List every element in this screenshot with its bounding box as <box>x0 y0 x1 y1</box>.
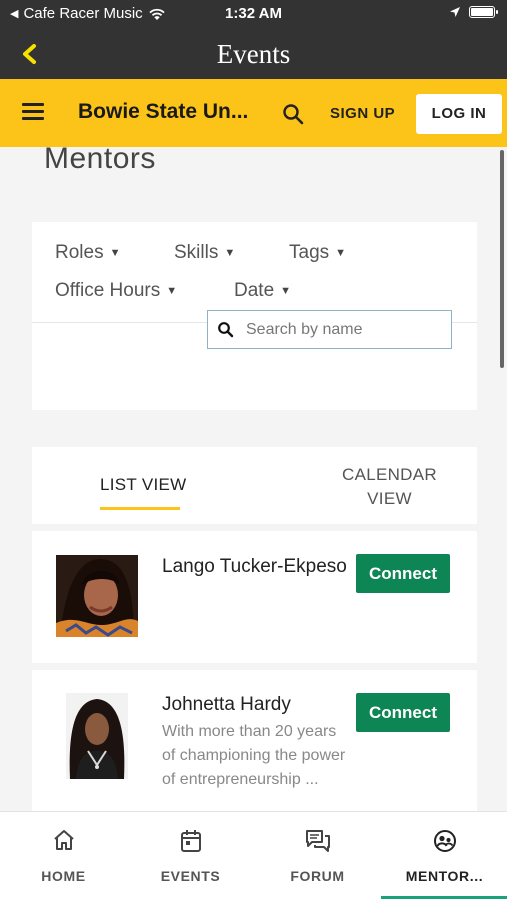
view-toggle-card: LIST VIEW CALENDAR VIEW <box>32 447 477 524</box>
status-right <box>449 6 498 18</box>
tab-mentors-label: MENTOR... <box>405 868 484 884</box>
caret-down-icon: ▼ <box>109 247 121 259</box>
caret-down-icon: ▼ <box>166 285 178 297</box>
mentor-icon <box>433 830 456 852</box>
connect-button[interactable]: Connect <box>356 554 450 593</box>
tags-filter-label: Tags <box>289 242 330 263</box>
caret-down-icon: ▼ <box>224 247 236 259</box>
mentor-photo <box>66 693 128 779</box>
forum-icon <box>305 830 330 852</box>
tab-forum[interactable]: FORUM <box>254 812 381 900</box>
office-hours-filter[interactable]: Office Hours ▼ <box>55 280 177 302</box>
calendar-icon <box>180 830 201 852</box>
date-filter-label: Date <box>234 280 275 301</box>
tab-home[interactable]: HOME <box>0 812 127 900</box>
tab-calendar-view[interactable]: CALENDAR VIEW <box>332 463 447 511</box>
nav-bar: Events <box>0 28 507 79</box>
connect-button[interactable]: Connect <box>356 693 450 732</box>
mentor-name[interactable]: Lango Tucker-Ekpeso <box>162 556 347 578</box>
skills-filter-label: Skills <box>174 242 219 263</box>
search-by-name-input[interactable]: Search by name <box>207 310 452 349</box>
tab-events-label: EVENTS <box>160 868 221 884</box>
caret-down-icon: ▼ <box>335 247 347 259</box>
home-icon <box>53 830 74 850</box>
mentor-name[interactable]: Johnetta Hardy <box>162 694 291 716</box>
filter-card: Roles ▼ Skills ▼ Tags ▼ Office Hours ▼ Date ▼… <box>32 222 477 410</box>
status-time: 1:32 AM <box>225 5 282 22</box>
search-placeholder: Search by name <box>246 321 363 338</box>
roles-filter-label: Roles <box>55 242 104 263</box>
mentor-card[interactable]: Johnetta Hardy With more than 20 years o… <box>32 670 477 811</box>
search-icon[interactable] <box>281 102 305 126</box>
page-title: Mentors <box>44 142 156 175</box>
mentor-description-line: of entrepreneurship ... <box>162 771 319 788</box>
tab-events[interactable]: EVENTS <box>127 812 254 900</box>
mentor-description: With more than 20 years of championing t… <box>162 720 362 792</box>
active-tab-indicator <box>100 507 180 510</box>
roles-filter[interactable]: Roles ▼ <box>55 242 120 264</box>
office-hours-filter-label: Office Hours <box>55 280 161 301</box>
mentor-card[interactable]: Lango Tucker-Ekpeso Connect <box>32 531 477 663</box>
site-header: Bowie State Un... SIGN UP LOG IN <box>0 79 507 147</box>
log-in-button[interactable]: LOG IN <box>416 94 502 134</box>
active-tab-indicator <box>381 896 507 899</box>
tab-calendar-label-line1: CALENDAR <box>342 465 437 484</box>
tab-home-label: HOME <box>41 868 86 884</box>
date-filter[interactable]: Date ▼ <box>234 280 291 302</box>
scrollbar[interactable] <box>500 150 504 368</box>
location-arrow-icon <box>450 7 460 17</box>
status-bar: ◀ Cafe Racer Music 1:32 AM <box>0 0 507 28</box>
nav-title: Events <box>216 39 291 69</box>
site-title[interactable]: Bowie State Un... <box>78 100 248 124</box>
mentor-description-line: of championing the power <box>162 747 346 764</box>
hamburger-menu-icon[interactable] <box>22 103 44 121</box>
tab-mentors[interactable]: MENTOR... <box>381 812 507 900</box>
tab-list-view[interactable]: LIST VIEW <box>100 475 186 495</box>
skills-filter[interactable]: Skills ▼ <box>174 242 235 264</box>
bottom-tab-bar: HOME EVENTS FORUM MENTOR... <box>0 811 507 900</box>
battery-icon <box>469 6 498 18</box>
mentor-description-line: With more than 20 years <box>162 723 337 740</box>
caret-down-icon: ▼ <box>280 285 292 297</box>
mentor-photo <box>56 555 138 637</box>
tab-calendar-label-line2: VIEW <box>367 489 412 508</box>
tab-forum-label: FORUM <box>290 868 345 884</box>
sign-up-button[interactable]: SIGN UP <box>330 105 395 122</box>
search-icon <box>218 322 234 338</box>
tags-filter[interactable]: Tags ▼ <box>289 242 346 264</box>
